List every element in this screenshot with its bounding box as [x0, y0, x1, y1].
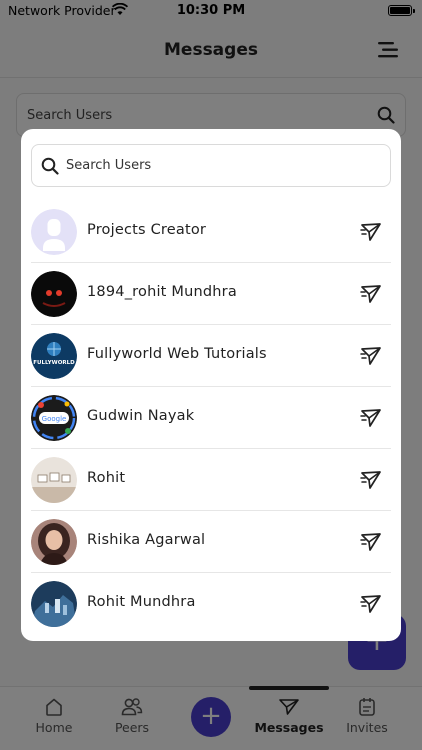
- user-name: Gudwin Nayak: [87, 408, 195, 424]
- user-row[interactable]: Projects Creator: [31, 201, 391, 263]
- user-name: 1894_rohit Mundhra: [87, 284, 237, 300]
- send-icon[interactable]: [359, 406, 383, 430]
- avatar: [31, 581, 77, 627]
- send-icon[interactable]: [359, 344, 383, 368]
- user-row[interactable]: FULLYWORLD Fullyworld Web Tutorials: [31, 325, 391, 387]
- avatar: [31, 457, 77, 503]
- search-placeholder: Search Users: [66, 158, 152, 173]
- user-name: Rishika Agarwal: [87, 532, 206, 548]
- user-name: Projects Creator: [87, 222, 207, 238]
- send-icon[interactable]: [359, 592, 383, 616]
- avatar-logo-text: Google: [42, 415, 67, 423]
- search-input[interactable]: Search Users: [31, 144, 391, 187]
- avatar: FULLYWORLD: [31, 333, 77, 379]
- user-list: Projects Creator 1894_rohit Mundhra FULL…: [31, 201, 391, 635]
- avatar: [31, 271, 77, 317]
- user-name: Fullyworld Web Tutorials: [87, 346, 267, 362]
- avatar: [31, 209, 77, 255]
- user-row[interactable]: Google Gudwin Nayak: [31, 387, 391, 449]
- search-icon: [41, 157, 59, 175]
- user-picker-modal: Search Users Projects Creator 1894_rohit…: [21, 129, 401, 641]
- send-icon[interactable]: [359, 530, 383, 554]
- user-row[interactable]: 1894_rohit Mundhra: [31, 263, 391, 325]
- send-icon[interactable]: [359, 220, 383, 244]
- avatar: Google: [31, 395, 77, 441]
- avatar-logo-text: FULLYWORLD: [33, 360, 75, 366]
- user-row[interactable]: Rishika Agarwal: [31, 511, 391, 573]
- user-name: Rohit Mundhra: [87, 594, 196, 610]
- avatar: [31, 519, 77, 565]
- user-row[interactable]: Rohit Mundhra: [31, 573, 391, 635]
- send-icon[interactable]: [359, 282, 383, 306]
- user-name: Rohit: [87, 470, 126, 486]
- send-icon[interactable]: [359, 468, 383, 492]
- user-row[interactable]: Rohit: [31, 449, 391, 511]
